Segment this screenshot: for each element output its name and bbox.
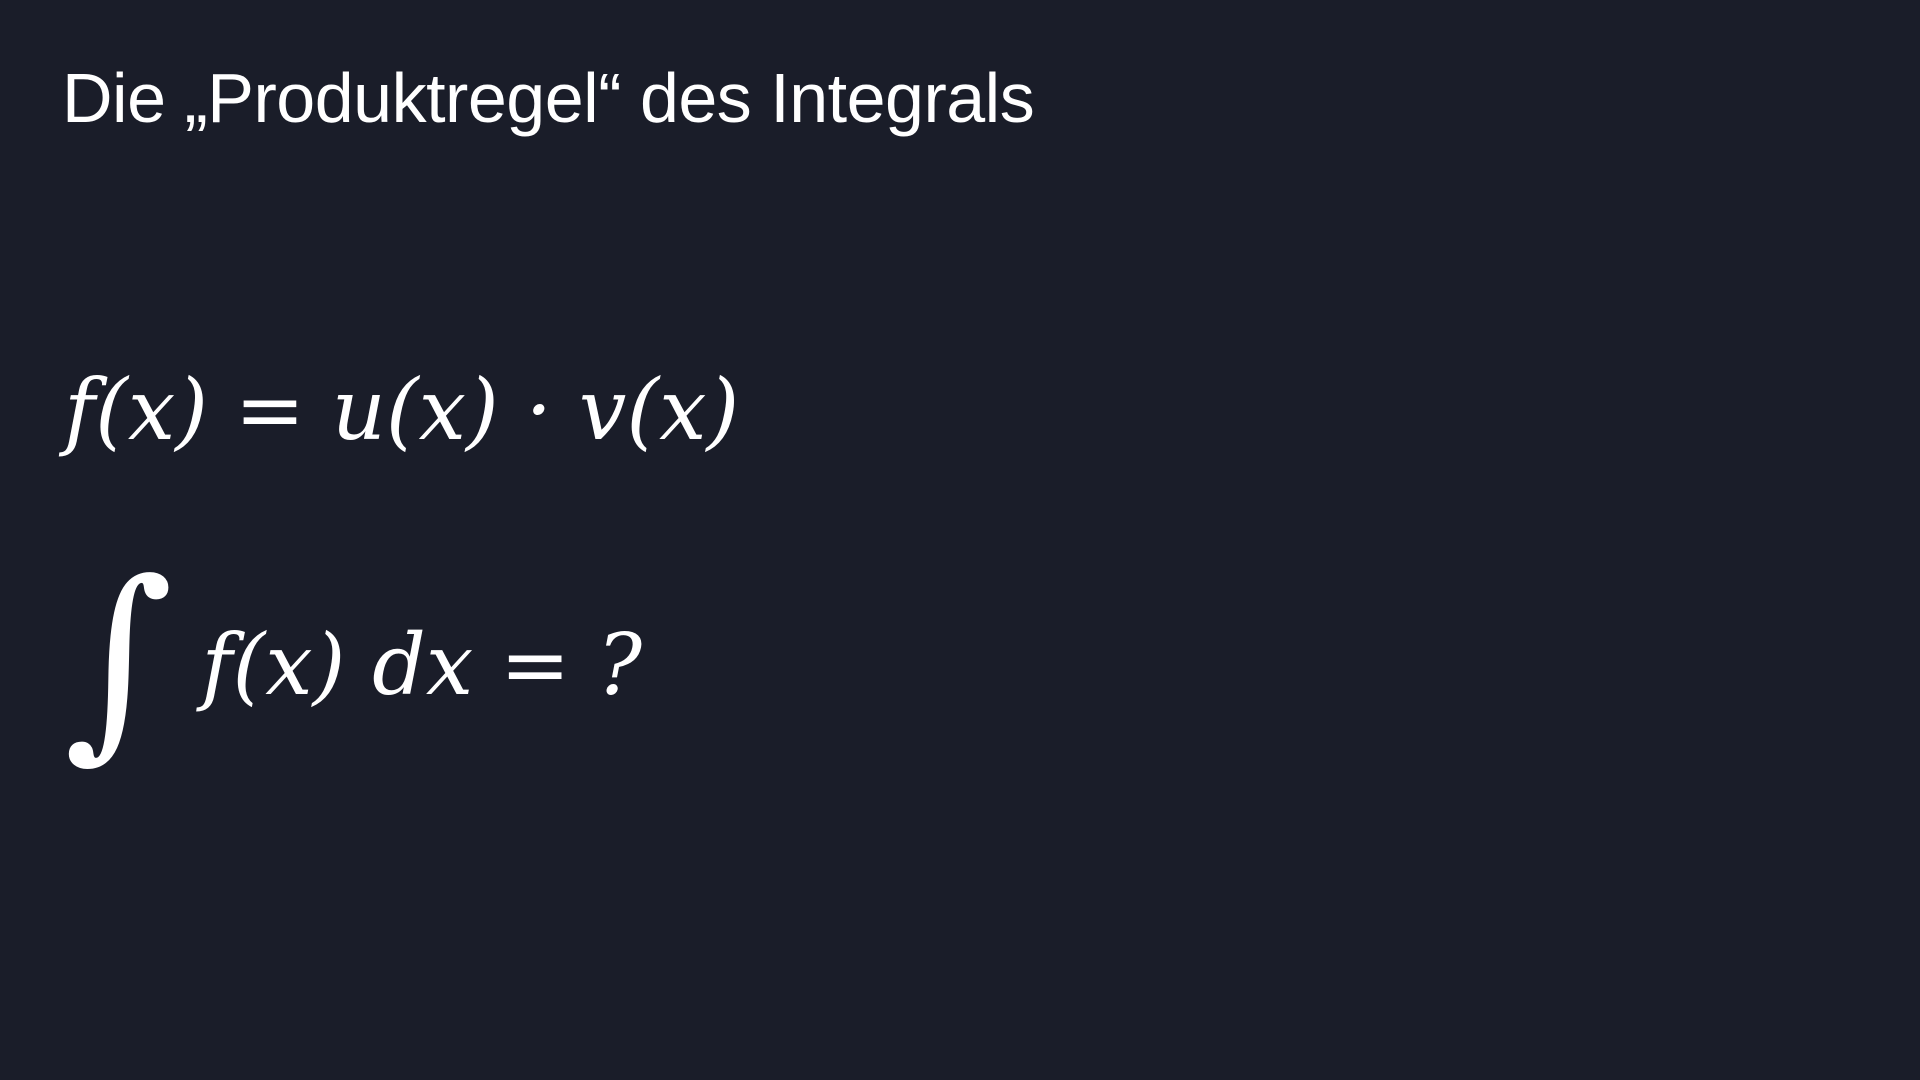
slide: Die „Produktregel“ des Integrals f(x) = … [0, 0, 1920, 1080]
product-function-formula: f(x) = u(x) · v(x) [64, 360, 739, 460]
integral-sign: ∫ [64, 536, 174, 781]
integral-question-formula: ∫ f(x) dx = ? [64, 554, 643, 765]
slide-title: Die „Produktregel“ des Integrals [62, 59, 1035, 137]
product-function-expression: f(x) = u(x) · v(x) [64, 361, 740, 459]
integral-expression: f(x) dx = ? [201, 616, 643, 714]
